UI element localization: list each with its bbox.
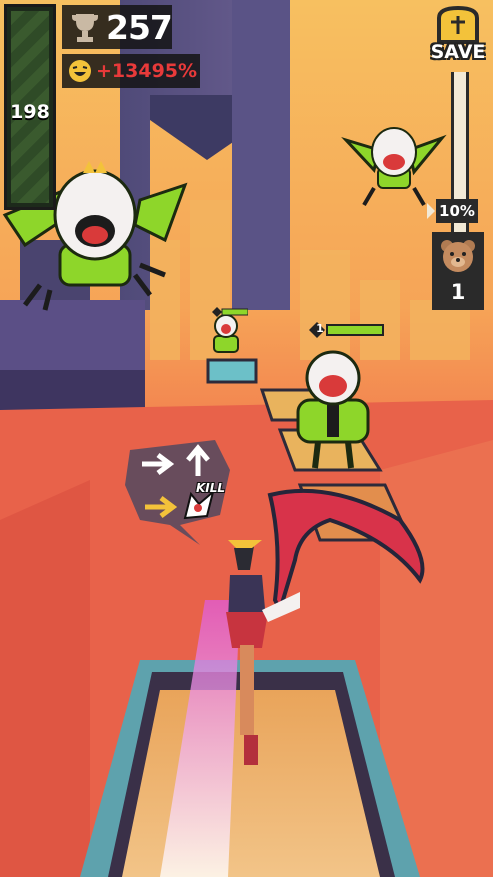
- save-progress-label: 10%: [436, 199, 478, 223]
- save-progress-pointer: [427, 203, 435, 219]
- save-tombstone-icon: [437, 5, 479, 44]
- bear-count: 1: [450, 280, 466, 304]
- score-value: 257: [106, 7, 173, 47]
- enemy-level-label: 1: [316, 322, 324, 335]
- health-value: 198: [10, 101, 50, 123]
- bear-token-card[interactable]: 1: [432, 232, 484, 310]
- save-label: SAVE: [430, 41, 486, 63]
- kill-target-icon: [183, 489, 217, 524]
- trophy-icon: [70, 11, 100, 47]
- health-bar: 198: [4, 4, 56, 210]
- arrow-up-icon: [184, 444, 212, 482]
- score-panel: 257: [62, 5, 173, 49]
- enemy-health-badge-far: [212, 302, 249, 317]
- multiplier-panel: +13495%: [62, 54, 200, 88]
- game-world: [0, 0, 493, 877]
- save-button[interactable]: SAVE: [425, 4, 491, 74]
- bear-icon: [440, 238, 476, 278]
- arrow-right-next-icon: [143, 495, 178, 523]
- multiplier-value: +13495%: [96, 60, 198, 82]
- laughing-face-icon: [68, 59, 92, 87]
- kill-label: KILL: [196, 481, 226, 495]
- game-scene[interactable]: KILL 1 198 257 +13495% SAVE 10% 1: [0, 0, 493, 877]
- clown-drone-far: [213, 314, 239, 353]
- arrow-right-icon: [140, 452, 175, 480]
